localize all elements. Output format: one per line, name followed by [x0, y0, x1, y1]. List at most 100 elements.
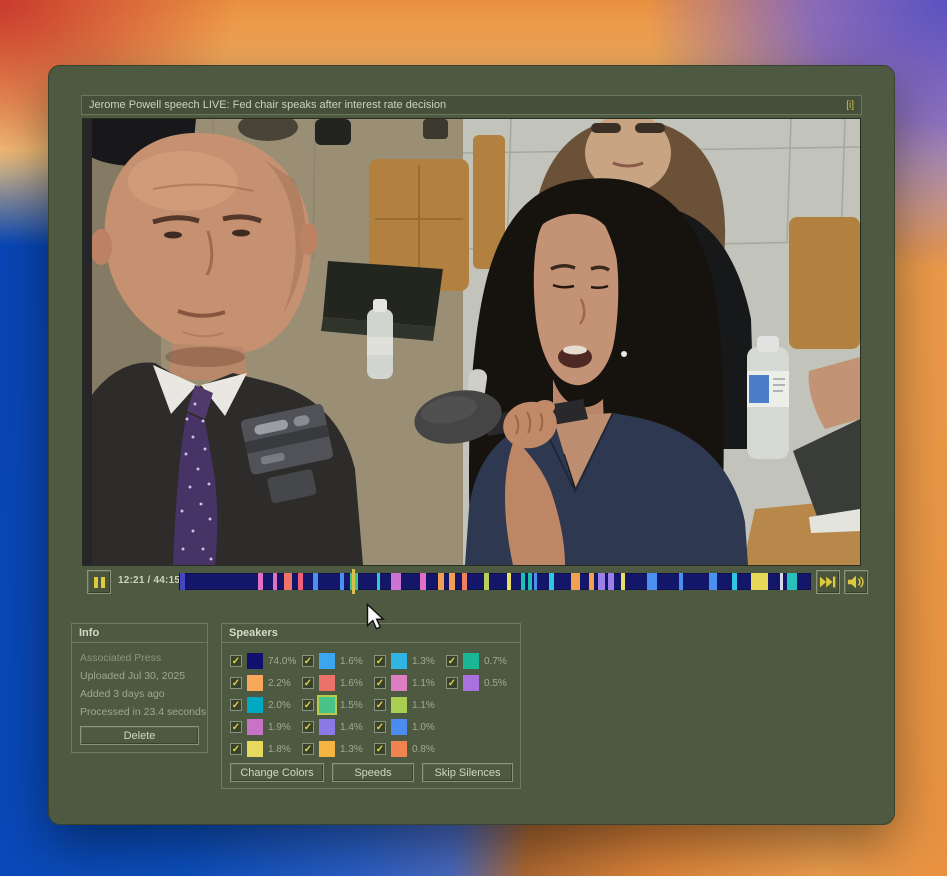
speakers-grid: ✓ 74.0% ✓ 2.2% ✓ 2.0% ✓ 1.9% ✓ 1.8% ✓ 1.6% ✓ 1.6% ✓ 1.5…	[230, 650, 522, 760]
change-colors-button[interactable]: Change Colors	[230, 763, 324, 782]
timeline-segment	[376, 573, 380, 590]
speaker-color-swatch[interactable]	[247, 741, 263, 757]
speaker-color-swatch[interactable]	[319, 741, 335, 757]
speaker-color-swatch[interactable]	[247, 697, 263, 713]
speaker-percentage: 0.8%	[412, 743, 435, 755]
speaker-checkbox[interactable]: ✓	[302, 699, 314, 711]
pause-icon	[93, 576, 98, 588]
speaker-checkbox[interactable]: ✓	[230, 721, 242, 733]
speaker-percentage: 1.6%	[340, 655, 363, 667]
timeline-segment	[570, 573, 580, 590]
speaker-checkbox[interactable]: ✓	[374, 655, 386, 667]
info-uploaded: Uploaded Jul 30, 2025	[80, 670, 186, 682]
speaker-checkbox[interactable]: ✓	[374, 677, 386, 689]
speaker-percentage: 1.9%	[268, 721, 291, 733]
skip-silences-button[interactable]: Skip Silences	[422, 763, 513, 782]
speaker-color-swatch[interactable]	[319, 653, 335, 669]
speaker-checkbox[interactable]: ✓	[302, 655, 314, 667]
info-icon[interactable]: [i]	[846, 100, 854, 111]
speaker-entry: ✓ 1.6%	[302, 650, 374, 672]
app-window: Jerome Powell speech LIVE: Fed chair spe…	[48, 65, 895, 825]
timeline-segment	[548, 573, 554, 590]
speaker-entry: ✓ 0.8%	[374, 738, 446, 760]
timeline-segment	[258, 573, 264, 590]
speaker-entry: ✓ 2.0%	[230, 694, 302, 716]
info-panel: Info Associated Press Uploaded Jul 30, 2…	[71, 623, 208, 753]
speaker-entry: ✓ 1.5%	[302, 694, 374, 716]
speeds-button[interactable]: Speeds	[332, 763, 414, 782]
video-frame[interactable]	[82, 118, 861, 566]
speaker-percentage: 1.8%	[268, 743, 291, 755]
speaker-percentage: 1.0%	[412, 721, 435, 733]
timeline-segment	[620, 573, 625, 590]
speaker-color-swatch[interactable]	[391, 719, 407, 735]
timeline-track[interactable]	[179, 569, 811, 594]
timeline-segment	[608, 573, 615, 590]
delete-button[interactable]: Delete	[80, 726, 199, 745]
timeline-segment	[297, 573, 303, 590]
speaker-checkbox[interactable]: ✓	[302, 677, 314, 689]
timeline-segment	[534, 573, 538, 590]
pause-button[interactable]	[87, 570, 111, 594]
speakers-panel: Speakers ✓ 74.0% ✓ 2.2% ✓ 2.0% ✓ 1.9% ✓ 1.8% ✓ 1.6%…	[221, 623, 521, 789]
speaker-percentage: 2.2%	[268, 677, 291, 689]
speaker-checkbox[interactable]: ✓	[446, 677, 458, 689]
speaker-color-swatch[interactable]	[319, 719, 335, 735]
water-bottle-left	[367, 299, 393, 379]
speaker-color-swatch[interactable]	[247, 719, 263, 735]
speaker-checkbox[interactable]: ✓	[302, 743, 314, 755]
volume-icon	[847, 575, 864, 589]
timeline-segment	[709, 573, 718, 590]
speaker-percentage: 2.0%	[268, 699, 291, 711]
video-title: Jerome Powell speech LIVE: Fed chair spe…	[89, 99, 447, 111]
timeline-segment	[390, 573, 402, 590]
speaker-color-swatch[interactable]	[391, 675, 407, 691]
water-bottle	[747, 336, 789, 459]
info-added: Added 3 days ago	[80, 688, 165, 700]
timeline-segment	[462, 573, 468, 590]
speaker-checkbox[interactable]: ✓	[230, 699, 242, 711]
skip-forward-button[interactable]	[816, 570, 840, 594]
speaker-checkbox[interactable]: ✓	[230, 743, 242, 755]
speaker-entry: ✓ 1.3%	[374, 650, 446, 672]
speaker-percentage: 0.7%	[484, 655, 507, 667]
speaker-checkbox[interactable]: ✓	[446, 655, 458, 667]
video-left-band	[83, 119, 92, 565]
speaker-checkbox[interactable]: ✓	[374, 699, 386, 711]
timeline-segment	[780, 573, 784, 590]
timeline-segment	[340, 573, 344, 590]
speakers-buttons-row: Change Colors Speeds Skip Silences	[230, 763, 513, 782]
speaker-percentage: 1.6%	[340, 677, 363, 689]
speaker-color-swatch[interactable]	[463, 653, 479, 669]
speaker-entry: ✓ 1.0%	[374, 716, 446, 738]
info-processed: Processed in 23.4 seconds	[80, 706, 207, 718]
speaker-color-swatch[interactable]	[391, 741, 407, 757]
speaker-percentage: 1.1%	[412, 677, 435, 689]
speaker-checkbox[interactable]: ✓	[302, 721, 314, 733]
speaker-percentage: 1.3%	[340, 743, 363, 755]
mouse-cursor	[366, 603, 385, 630]
speaker-checkbox[interactable]: ✓	[230, 677, 242, 689]
speaker-checkbox[interactable]: ✓	[374, 743, 386, 755]
speaker-color-swatch[interactable]	[247, 653, 263, 669]
timeline-segment	[589, 573, 595, 590]
speaker-entry: ✓ 2.2%	[230, 672, 302, 694]
timeline-segment	[448, 573, 456, 590]
speaker-color-swatch[interactable]	[391, 697, 407, 713]
volume-button[interactable]	[844, 570, 868, 594]
timeline-segment	[484, 573, 490, 590]
speaker-color-swatch[interactable]	[319, 697, 335, 713]
info-source: Associated Press	[80, 652, 162, 664]
speaker-color-swatch[interactable]	[463, 675, 479, 691]
timeline-segment	[273, 573, 277, 590]
timeline-segment	[750, 573, 769, 590]
speaker-checkbox[interactable]: ✓	[230, 655, 242, 667]
info-panel-header: Info	[72, 624, 207, 643]
speaker-color-swatch[interactable]	[319, 675, 335, 691]
speaker-color-swatch[interactable]	[247, 675, 263, 691]
skip-forward-icon	[819, 576, 836, 588]
speaker-checkbox[interactable]: ✓	[374, 721, 386, 733]
speaker-color-swatch[interactable]	[391, 653, 407, 669]
timeline-playhead[interactable]	[351, 569, 355, 594]
speaker-entry: ✓ 1.1%	[374, 694, 446, 716]
